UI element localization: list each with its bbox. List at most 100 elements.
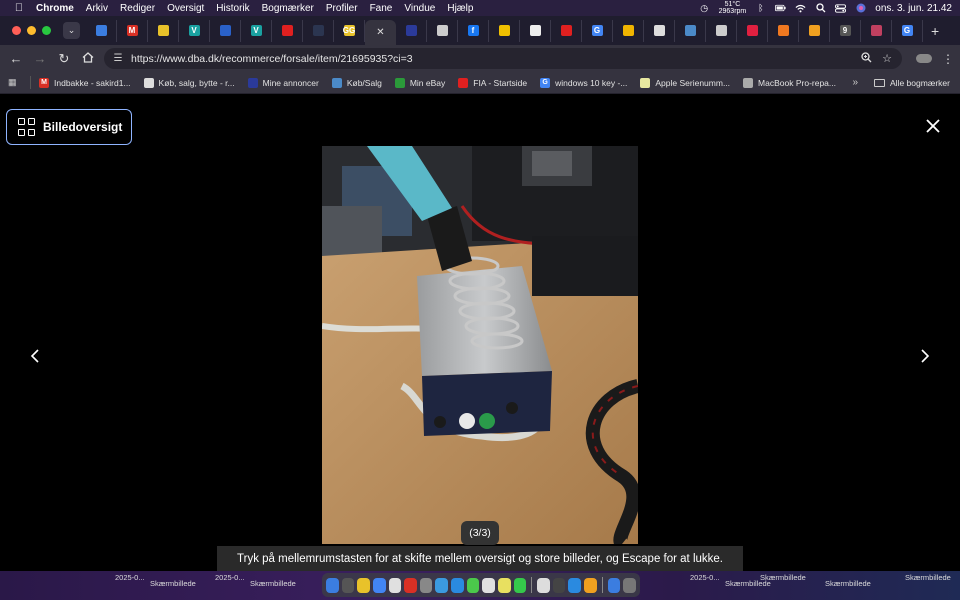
browser-tab[interactable] <box>675 19 706 42</box>
address-bar-url[interactable]: https://www.dba.dk/recommerce/forsale/it… <box>131 53 413 65</box>
dock-app-icon[interactable] <box>326 577 339 593</box>
browser-tab[interactable] <box>427 19 458 42</box>
back-button[interactable]: ← <box>4 51 28 66</box>
menu-historik[interactable]: Historik <box>216 3 249 14</box>
browser-tab[interactable]: V <box>241 19 272 42</box>
more-options-icon[interactable]: ⋮ <box>942 52 954 66</box>
desktop-file-label[interactable]: Skærmbillede <box>150 579 196 588</box>
browser-tab-active[interactable]: ✕ <box>365 20 396 45</box>
bookmark-item[interactable]: MacBook Pro-repa... <box>743 77 836 88</box>
apps-grid-icon[interactable]: ▦ <box>8 77 20 88</box>
dock-app-icon[interactable] <box>513 577 527 593</box>
browser-tab[interactable] <box>551 19 582 42</box>
dock-app-icon[interactable] <box>419 577 433 593</box>
previous-image-button[interactable] <box>25 345 45 367</box>
desktop-file-label[interactable]: 2025-0... <box>690 573 720 582</box>
forward-button[interactable]: → <box>28 51 52 66</box>
menu-oversigt[interactable]: Oversigt <box>167 3 204 14</box>
fullscreen-window-button[interactable] <box>42 26 51 35</box>
browser-tab[interactable]: 9 <box>830 19 861 42</box>
spotlight-search-icon[interactable] <box>815 3 826 13</box>
bookmark-item[interactable]: Køb, salg, bytte - r... <box>143 77 235 88</box>
site-settings-icon[interactable]: ☰ <box>108 53 128 64</box>
desktop-file-label[interactable]: 2025-0... <box>115 573 145 582</box>
browser-tab[interactable] <box>272 19 303 42</box>
system-monitor-readout[interactable]: 51°C 2963rpm <box>719 1 747 15</box>
browser-tab[interactable] <box>613 19 644 42</box>
bookmark-item[interactable]: Gwindows 10 key -... <box>540 77 627 88</box>
browser-tab[interactable]: f <box>458 19 489 42</box>
dock-app-icon[interactable] <box>537 577 550 593</box>
apple-menu-icon[interactable]:  <box>10 2 28 14</box>
wifi-icon[interactable] <box>795 3 806 13</box>
dock-app-icon[interactable] <box>498 577 511 593</box>
menu-vindue[interactable]: Vindue <box>404 3 435 14</box>
time-machine-icon[interactable]: ◷ <box>699 3 710 13</box>
browser-tab[interactable] <box>799 19 830 42</box>
bookmark-item[interactable]: Apple Serienumm... <box>640 77 730 88</box>
browser-tab[interactable] <box>489 19 520 42</box>
browser-tab[interactable] <box>768 19 799 42</box>
browser-tab[interactable]: M <box>117 19 148 42</box>
reload-button[interactable]: ↻ <box>52 51 76 67</box>
dock-app-icon[interactable] <box>466 577 480 593</box>
minimize-window-button[interactable] <box>27 26 36 35</box>
menu-hjaelp[interactable]: Hjælp <box>447 3 473 14</box>
close-viewer-button[interactable] <box>924 117 942 135</box>
menu-profiler[interactable]: Profiler <box>326 3 358 14</box>
bookmark-item[interactable]: Mine annoncer <box>247 77 319 88</box>
dock-app-icon[interactable] <box>607 577 621 593</box>
siri-icon[interactable] <box>855 3 866 13</box>
trash-icon[interactable] <box>623 577 636 593</box>
all-bookmarks-folder[interactable]: Alle bogmærker <box>874 72 950 94</box>
menu-bogmaerker[interactable]: Bogmærker <box>262 3 314 14</box>
dock-app-icon[interactable] <box>584 577 597 593</box>
bookmark-item[interactable]: Min eBay <box>394 77 445 88</box>
image-overview-button[interactable]: Billedoversigt <box>6 109 132 145</box>
browser-tab[interactable] <box>210 19 241 42</box>
desktop-file-label[interactable]: 2025-0... <box>215 573 245 582</box>
dock-app-icon[interactable] <box>451 577 464 593</box>
bookmark-item[interactable]: M Indbakke - sakird1... <box>39 77 131 88</box>
menu-app-name[interactable]: Chrome <box>36 3 74 14</box>
dock-app-icon[interactable] <box>404 577 417 593</box>
bluetooth-icon[interactable]: ᛒ <box>755 3 766 13</box>
dock-app-icon[interactable] <box>568 577 582 593</box>
browser-tab[interactable] <box>706 19 737 42</box>
browser-tab[interactable]: G <box>892 19 923 42</box>
desktop-file-label[interactable]: Skærmbillede <box>760 573 806 582</box>
bookmark-star-icon[interactable]: ☆ <box>882 52 892 65</box>
dock-app-icon[interactable] <box>357 577 370 593</box>
more-bookmarks-chevron-icon[interactable]: » <box>852 77 858 88</box>
browser-tab[interactable]: G <box>582 19 613 42</box>
browser-tab[interactable] <box>86 19 117 42</box>
desktop-file-label[interactable]: Skærmbillede <box>905 573 951 582</box>
browser-tab[interactable]: V <box>179 19 210 42</box>
browser-tab[interactable] <box>303 19 334 42</box>
menu-fane[interactable]: Fane <box>370 3 393 14</box>
desktop-file-label[interactable]: Skærmbillede <box>825 579 871 588</box>
menu-arkiv[interactable]: Arkiv <box>86 3 108 14</box>
dock-app-icon[interactable] <box>372 577 386 593</box>
browser-tab[interactable] <box>644 19 675 42</box>
dock-app-icon[interactable] <box>435 577 449 593</box>
home-button[interactable] <box>76 51 100 66</box>
close-window-button[interactable] <box>12 26 21 35</box>
menu-rediger[interactable]: Rediger <box>120 3 155 14</box>
desktop-file-label[interactable]: Skærmbillede <box>250 579 296 588</box>
browser-tab[interactable] <box>148 19 179 42</box>
browser-tab[interactable] <box>737 19 768 42</box>
battery-icon[interactable] <box>775 3 786 13</box>
dock-app-icon[interactable] <box>552 577 566 593</box>
control-center-icon[interactable] <box>835 3 847 13</box>
bookmark-item[interactable]: Køb/Salg <box>331 77 382 88</box>
tab-search-button[interactable]: ⌄ <box>63 22 80 39</box>
bookmark-item[interactable]: FIA - Startside <box>458 77 527 88</box>
dock-app-icon[interactable] <box>341 577 355 593</box>
profile-avatar[interactable] <box>916 54 932 63</box>
browser-tab[interactable] <box>861 19 892 42</box>
browser-tab[interactable] <box>396 19 427 42</box>
next-image-button[interactable] <box>915 345 935 367</box>
address-bar[interactable]: ☰ https://www.dba.dk/recommerce/forsale/… <box>104 48 902 69</box>
dock-app-icon[interactable] <box>482 577 496 593</box>
